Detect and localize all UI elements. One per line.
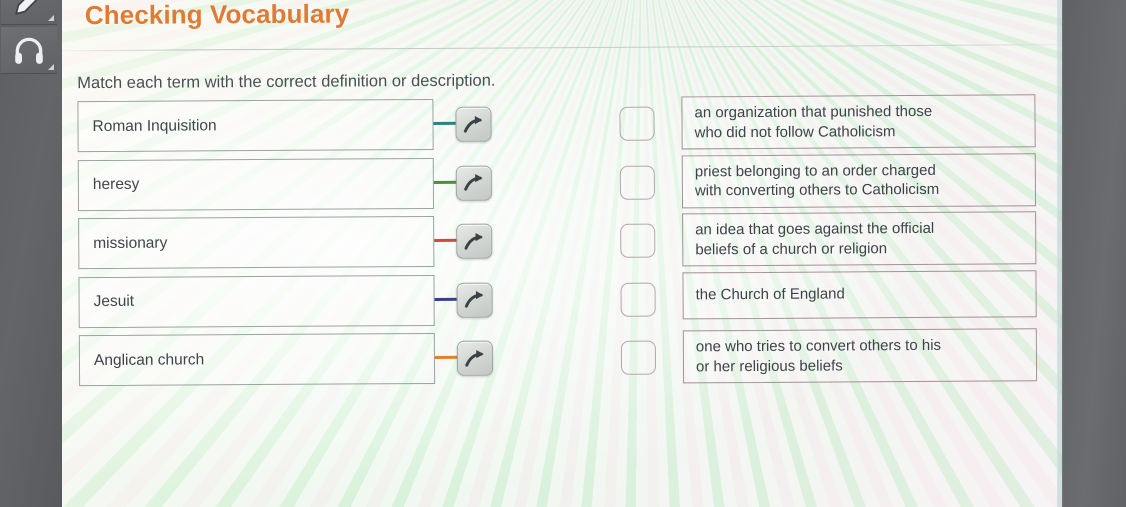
definition-box-0[interactable]: an organization that punished those who …	[681, 94, 1036, 150]
instruction-text: Match each term with the correct definit…	[77, 71, 496, 93]
arrow-curve-right-icon	[463, 115, 483, 133]
definition-row: priest belonging to an order charged wit…	[619, 152, 1037, 213]
definition-box-4[interactable]: one who tries to convert others to his o…	[682, 328, 1038, 384]
drop-target-4[interactable]	[620, 340, 657, 375]
tablet-screen-photo: Checking Vocabulary Match each term with…	[0, 0, 1126, 507]
arrow-curve-right-icon	[464, 173, 483, 191]
definition-line: an organization that punished those	[694, 102, 933, 122]
term-label: Anglican church	[93, 350, 205, 369]
term-row: Roman Inquisition	[77, 97, 497, 158]
definitions-column: an organization that punished those who …	[619, 93, 1038, 388]
definition-row: an idea that goes against the official b…	[620, 210, 1037, 271]
pen-icon	[15, 0, 38, 15]
definition-line: the Church of England	[695, 285, 845, 304]
term-box-missionary[interactable]: missionary	[78, 215, 435, 270]
definition-line: priest belonging to an order charged	[694, 161, 936, 180]
term-label: missionary	[93, 234, 168, 252]
definition-row: an organization that punished those who …	[619, 93, 1036, 154]
pen-tool-button[interactable]	[1, 0, 57, 25]
right-device-bezel	[1057, 0, 1126, 507]
definition-box-2[interactable]: an idea that goes against the official b…	[682, 211, 1037, 267]
drop-target-1[interactable]	[619, 165, 655, 200]
term-box-anglican-church[interactable]: Anglican church	[78, 332, 436, 387]
definition-row: one who tries to convert others to his o…	[620, 327, 1038, 388]
term-row: missionary	[78, 214, 498, 275]
header-divider	[62, 44, 1064, 52]
arrow-curve-right-icon	[465, 349, 484, 367]
term-label: Jesuit	[93, 292, 135, 311]
definition-line: with converting others to Catholicism	[694, 180, 940, 200]
definition-row: the Church of England	[620, 269, 1037, 330]
headphones-tool-button[interactable]	[1, 27, 57, 74]
definition-line: or her religious beliefs	[695, 356, 843, 375]
left-tool-rail	[0, 0, 62, 507]
definition-box-1[interactable]: priest belonging to an order charged wit…	[681, 152, 1037, 208]
arrow-button-2[interactable]	[456, 223, 493, 259]
headphones-icon	[15, 37, 43, 64]
term-box-heresy[interactable]: heresy	[77, 157, 435, 211]
term-label: Roman Inquisition	[92, 116, 217, 135]
arrow-button-4[interactable]	[456, 340, 494, 376]
arrow-button-1[interactable]	[455, 165, 492, 201]
definition-line: who did not follow Catholicism	[694, 122, 896, 141]
worksheet-page: Checking Vocabulary Match each term with…	[62, 0, 1064, 507]
definition-line: beliefs of a church or religion	[695, 239, 888, 258]
term-box-jesuit[interactable]: Jesuit	[78, 274, 435, 328]
arrow-button-0[interactable]	[455, 106, 492, 142]
definition-line: an idea that goes against the official	[695, 219, 935, 239]
term-row: Anglican church	[78, 331, 499, 392]
term-row: heresy	[77, 155, 498, 216]
arrow-button-3[interactable]	[456, 282, 493, 318]
page-title: Checking Vocabulary	[84, 0, 350, 31]
term-box-roman-inquisition[interactable]: Roman Inquisition	[77, 98, 434, 153]
drop-target-3[interactable]	[620, 282, 656, 317]
definition-box-3[interactable]: the Church of England	[682, 269, 1037, 319]
terms-column: Roman Inquisition heresy missionary Jesu…	[77, 97, 499, 392]
definition-line: one who tries to convert others to his	[695, 336, 942, 356]
arrow-curve-right-icon	[464, 232, 483, 250]
drop-target-0[interactable]	[619, 106, 655, 141]
arrow-curve-right-icon	[464, 290, 484, 308]
drop-target-2[interactable]	[620, 223, 656, 258]
term-row: Jesuit	[78, 272, 498, 333]
term-label: heresy	[92, 175, 140, 194]
